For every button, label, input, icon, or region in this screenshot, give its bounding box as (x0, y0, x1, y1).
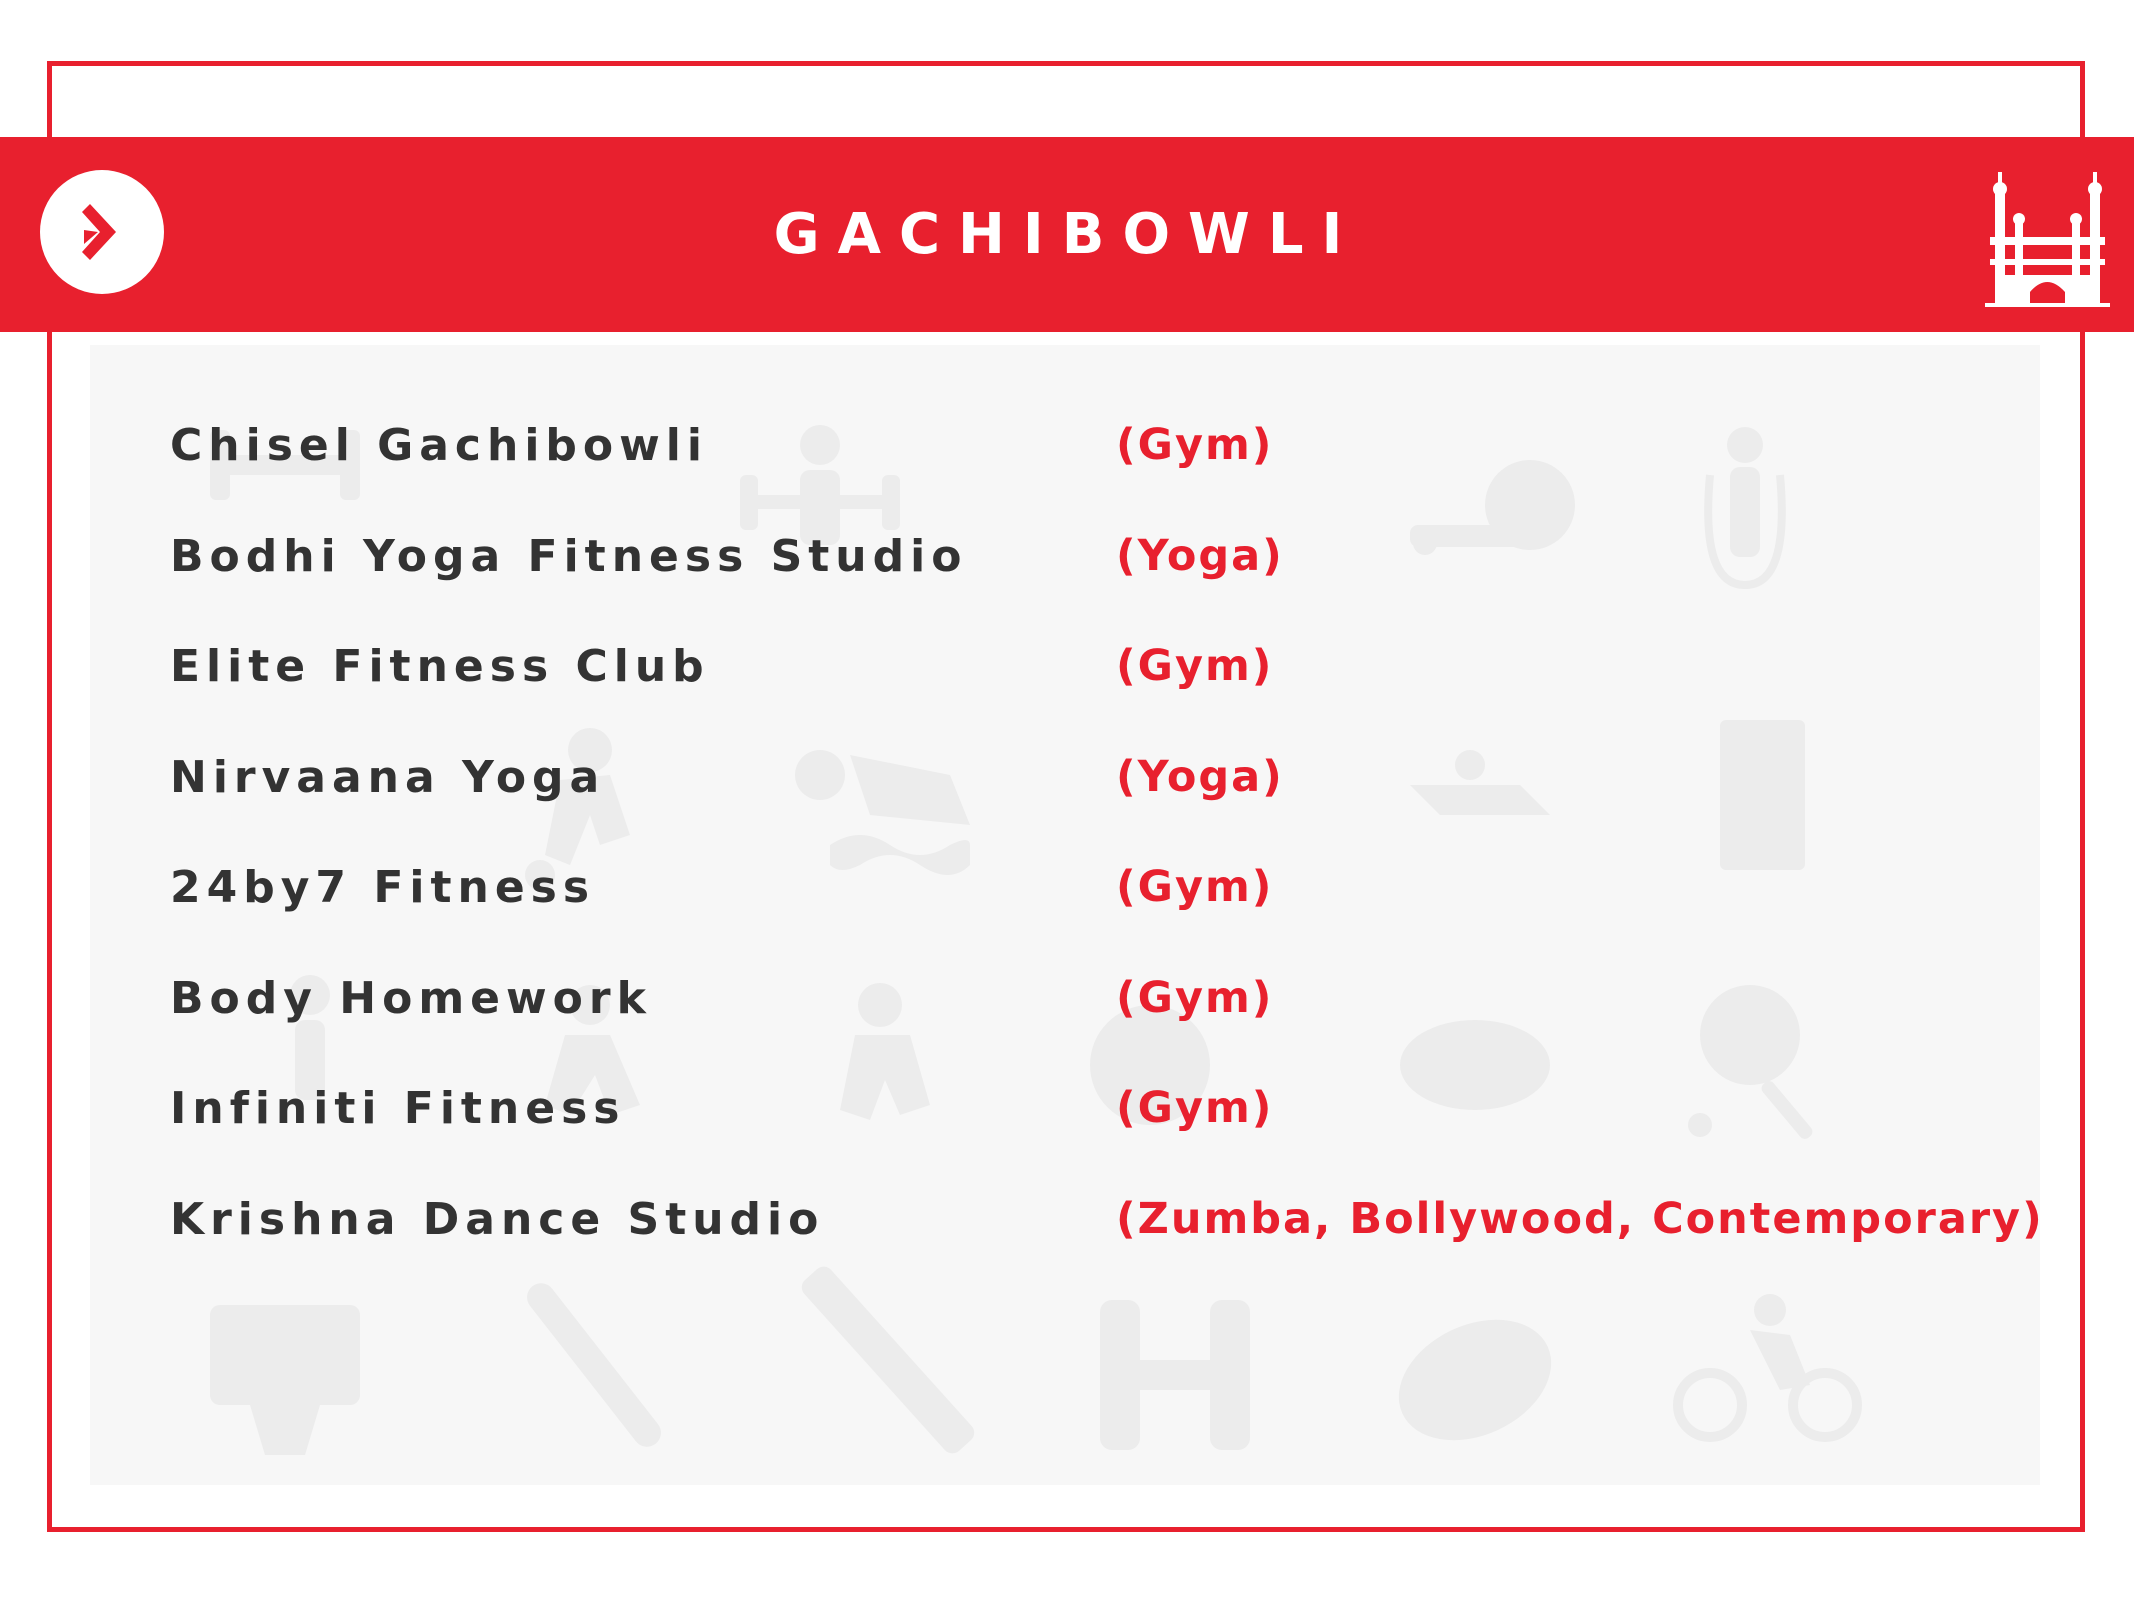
studio-category: (Yoga) (1116, 751, 1284, 802)
studio-category: (Gym) (1116, 972, 1274, 1023)
studio-name: Elite Fitness Club (170, 641, 710, 692)
studio-name: Body Homework (170, 972, 652, 1024)
page-title: GACHIBOWLI (773, 202, 1361, 267)
studio-name: Chisel Gachibowli (170, 420, 708, 471)
basketball-hoop-icon (210, 1305, 360, 1455)
studio-category: (Yoga) (1116, 530, 1284, 581)
cycling-icon (1673, 1294, 1862, 1442)
header-banner: GACHIBOWLI (0, 137, 2134, 332)
studio-name: Krishna Dance Studio (170, 1193, 825, 1245)
dumbbell-icon (1100, 1300, 1250, 1450)
list-item: Nirvaana Yoga (Yoga) (170, 752, 2070, 863)
studio-category: (Gym) (1116, 862, 1274, 912)
list-item: Krishna Dance Studio (Zumba, Bollywood, … (170, 1194, 2070, 1305)
list-item: Bodhi Yoga Fitness Studio (Yoga) (170, 531, 2070, 642)
studio-name: Infiniti Fitness (170, 1083, 626, 1134)
rugby-ball-icon (1398, 1319, 1552, 1441)
studio-category: (Gym) (1116, 1083, 1274, 1133)
list-item: 24by7 Fitness (Gym) (170, 862, 2070, 973)
list-item: Chisel Gachibowli (Gym) (170, 420, 2070, 531)
list-item: Body Homework (Gym) (170, 973, 2070, 1084)
charminar-icon (1985, 172, 2110, 307)
studio-category: (Gym) (1116, 420, 1274, 470)
list-item: Infiniti Fitness (Gym) (170, 1083, 2070, 1194)
studio-list: Chisel Gachibowli (Gym) Bodhi Yoga Fitne… (170, 420, 2070, 1304)
studio-name: 24by7 Fitness (170, 862, 596, 913)
studio-category: (Gym) (1116, 641, 1274, 691)
studio-name: Nirvaana Yoga (170, 751, 606, 803)
studio-name: Bodhi Yoga Fitness Studio (170, 530, 968, 582)
studio-category: (Zumba, Bollywood, Contemporary) (1116, 1193, 2044, 1244)
list-item: Elite Fitness Club (Gym) (170, 641, 2070, 752)
